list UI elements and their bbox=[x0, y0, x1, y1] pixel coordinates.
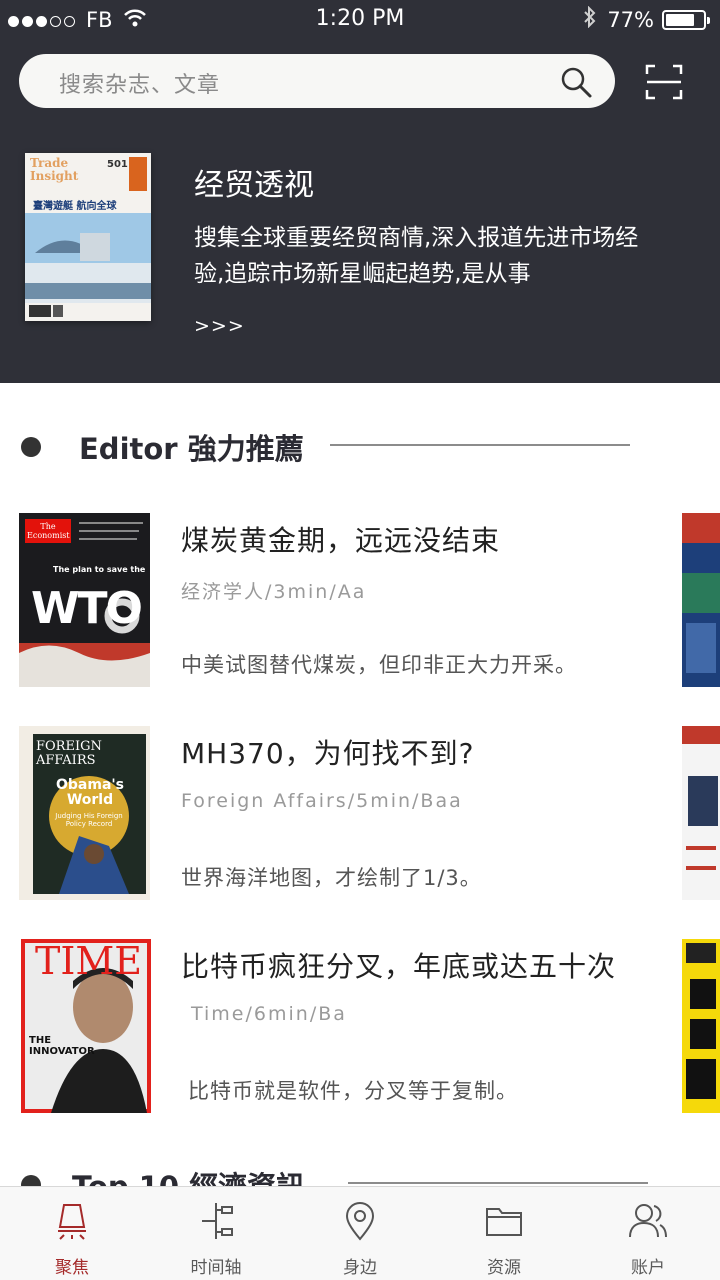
article-description: 世界海洋地图，才绘制了1/3。 bbox=[181, 866, 482, 890]
section-divider bbox=[330, 444, 630, 446]
article-cover-headline: The plan to save the bbox=[53, 565, 146, 574]
featured-magazine-cover[interactable]: Trade Insight 501 臺灣遊艇 航向全球 bbox=[25, 153, 151, 321]
tab-label: 资源 bbox=[487, 1258, 521, 1278]
featured-cover-masthead: Trade Insight bbox=[30, 156, 79, 183]
article-meta: Foreign Affairs/5min/Baa bbox=[181, 790, 463, 812]
featured-description: 搜集全球重要经贸商情,深入报道先进市场经验,追踪市场新星崛起趋势,是从事 bbox=[194, 225, 639, 287]
featured-header: FB 1:20 PM 77% 搜索杂志、文章 Trade Insight 501… bbox=[0, 0, 720, 383]
article-cover-big: WTO bbox=[31, 583, 143, 634]
account-icon bbox=[629, 1204, 667, 1238]
article-item[interactable]: The Economist The plan to save the WTO 煤… bbox=[0, 513, 720, 703]
search-icon[interactable] bbox=[559, 65, 593, 99]
search-bar[interactable]: 搜索杂志、文章 bbox=[19, 54, 615, 108]
next-magazine-cover[interactable] bbox=[682, 726, 720, 900]
article-cover-masthead: FOREIGN AFFAIRS bbox=[36, 739, 102, 768]
article-cover[interactable]: The Economist The plan to save the WTO bbox=[19, 513, 150, 687]
featured-more-link[interactable]: >>> bbox=[194, 315, 245, 337]
tab-label: 聚焦 bbox=[55, 1258, 89, 1278]
article-cover-masthead: TIME bbox=[35, 939, 143, 983]
battery-icon bbox=[662, 9, 710, 30]
timeline-icon bbox=[202, 1203, 233, 1239]
article-item[interactable]: FOREIGN AFFAIRS Obama's World Judging Hi… bbox=[0, 726, 720, 916]
bluetooth-icon bbox=[583, 5, 597, 33]
tab-timeline[interactable]: 时间轴 bbox=[144, 1187, 288, 1280]
featured-cover-issue: 501 bbox=[107, 159, 128, 170]
spotlight-icon bbox=[58, 1204, 86, 1240]
tab-account[interactable]: 账户 bbox=[576, 1187, 720, 1280]
featured-title[interactable]: 经贸透视 bbox=[194, 160, 314, 204]
article-cover-headline: Obama's World bbox=[55, 777, 125, 808]
next-magazine-cover[interactable] bbox=[682, 513, 720, 687]
battery-percent: 77% bbox=[607, 7, 654, 32]
featured-cover-headline: 臺灣遊艇 航向全球 bbox=[33, 201, 117, 212]
folder-icon bbox=[486, 1208, 522, 1236]
tab-bar: 聚焦 时间轴 身边 资源 账户 bbox=[0, 1186, 720, 1280]
article-item[interactable]: TIME THE INNOVATOR 比特币疯狂分叉，年底或达五十次 Time/… bbox=[0, 939, 720, 1129]
article-meta: 经济学人/3min/Aa bbox=[181, 581, 367, 603]
article-title[interactable]: MH370，为何找不到? bbox=[181, 732, 475, 772]
article-title[interactable]: 煤炭黄金期，远远没结束 bbox=[181, 519, 500, 559]
tab-spotlight[interactable]: 聚焦 bbox=[0, 1187, 144, 1280]
status-bar: FB 1:20 PM 77% bbox=[0, 0, 720, 40]
search-placeholder: 搜索杂志、文章 bbox=[59, 73, 221, 98]
tab-label: 时间轴 bbox=[190, 1258, 242, 1278]
next-magazine-cover[interactable] bbox=[682, 939, 720, 1113]
article-title[interactable]: 比特币疯狂分叉，年底或达五十次 bbox=[181, 945, 616, 985]
article-description: 中美试图替代煤炭，但印非正大力开采。 bbox=[181, 653, 577, 677]
location-pin-icon bbox=[345, 1202, 375, 1241]
tab-label: 身边 bbox=[343, 1258, 377, 1278]
section-bullet-icon bbox=[21, 437, 41, 457]
tab-resources[interactable]: 资源 bbox=[432, 1187, 576, 1280]
section-title-editor: Editor 強力推薦 bbox=[79, 432, 304, 466]
article-cover-sub: Judging His Foreign Policy Record bbox=[55, 812, 123, 828]
article-description: 比特币就是软件，分叉等于复制。 bbox=[188, 1079, 518, 1103]
tab-label: 账户 bbox=[631, 1258, 665, 1278]
article-cover-headline: THE INNOVATOR bbox=[29, 1035, 95, 1057]
article-cover[interactable]: FOREIGN AFFAIRS Obama's World Judging Hi… bbox=[19, 726, 150, 900]
article-cover-masthead: The Economist bbox=[27, 522, 70, 540]
article-meta: Time/6min/Ba bbox=[191, 1003, 347, 1025]
article-cover[interactable]: TIME THE INNOVATOR bbox=[21, 939, 151, 1113]
tab-nearby[interactable]: 身边 bbox=[288, 1187, 432, 1280]
section-divider bbox=[348, 1182, 648, 1184]
scan-icon[interactable] bbox=[645, 64, 683, 100]
